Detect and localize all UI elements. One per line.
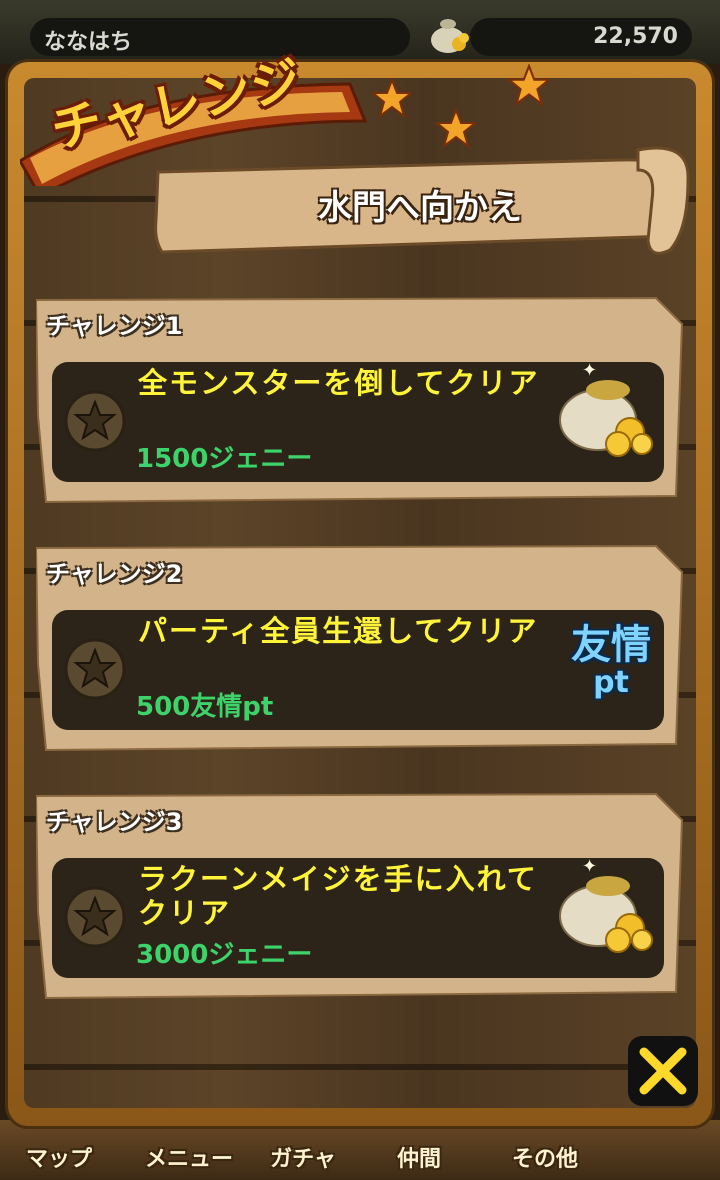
star-icon — [372, 78, 412, 118]
nav-other[interactable]: その他 — [486, 1130, 604, 1180]
challenge-box: ラクーンメイジを手に入れてクリア 3000ジェニー ✦ — [52, 856, 664, 978]
star-badge-icon — [64, 638, 126, 700]
challenge-condition: ラクーンメイジを手に入れてクリア — [138, 862, 538, 930]
status-bar: ななはち 22,570 — [0, 0, 720, 64]
money-bag-icon: ✦ — [559, 360, 653, 457]
nav-friends[interactable]: 仲間 — [360, 1130, 478, 1180]
challenge-label: チャレンジ2 — [46, 560, 183, 588]
svg-text:✦: ✦ — [582, 360, 597, 381]
money-amount: 22,570 — [593, 24, 678, 49]
challenge-box: パーティ全員生還してクリア 500友情pt 友情 pt — [52, 610, 664, 730]
friendship-pt-icon: 友情 pt — [566, 622, 656, 698]
challenge-box: 全モンスターを倒してクリア 1500ジェニー ✦ — [52, 360, 664, 482]
money-bag-icon — [431, 19, 469, 53]
challenge-card-3: チャレンジ3 ラクーンメイジを手に入れてクリア 3000ジェニー ✦ — [36, 792, 684, 1002]
challenge-card-2: チャレンジ2 パーティ全員生還してクリア 500友情pt 友情 pt — [36, 544, 684, 754]
nav-menu[interactable]: メニュー — [130, 1130, 248, 1180]
svg-text:✦: ✦ — [582, 856, 597, 877]
challenge-card-1: チャレンジ1 全モンスターを倒してクリア 1500ジェニー ✦ — [36, 296, 684, 506]
friendship-pt-icon-top: 友情 — [571, 622, 651, 668]
challenge-reward: 500友情pt — [136, 692, 274, 722]
challenge-reward: 3000ジェニー — [136, 940, 313, 970]
challenge-condition: パーティ全員生還してクリア — [138, 614, 539, 648]
player-name-box: ななはち — [30, 18, 410, 56]
stage-name: 水門へ向かえ — [318, 188, 522, 228]
challenge-screen: ななはち 22,570 マップ メニュー ガチャ 仲間 その他 水門へ向かえ チ… — [0, 0, 720, 1180]
player-name: ななはち — [44, 30, 133, 55]
close-button[interactable] — [628, 1036, 698, 1106]
challenge-label: チャレンジ1 — [46, 312, 183, 340]
close-icon — [639, 1047, 687, 1095]
star-icon — [508, 64, 550, 106]
nav-gacha[interactable]: ガチャ — [244, 1130, 362, 1180]
challenge-condition: 全モンスターを倒してクリア — [138, 366, 540, 400]
star-badge-icon — [64, 886, 126, 948]
friendship-pt-icon-bottom: pt — [593, 665, 629, 700]
star-badge-icon — [64, 390, 126, 452]
money-bag-icon: ✦ — [559, 856, 653, 953]
money-box: 22,570 — [470, 18, 692, 56]
nav-map[interactable]: マップ — [0, 1130, 118, 1180]
star-icon — [436, 108, 476, 148]
challenge-reward: 1500ジェニー — [136, 444, 313, 474]
challenge-label: チャレンジ3 — [46, 808, 183, 836]
